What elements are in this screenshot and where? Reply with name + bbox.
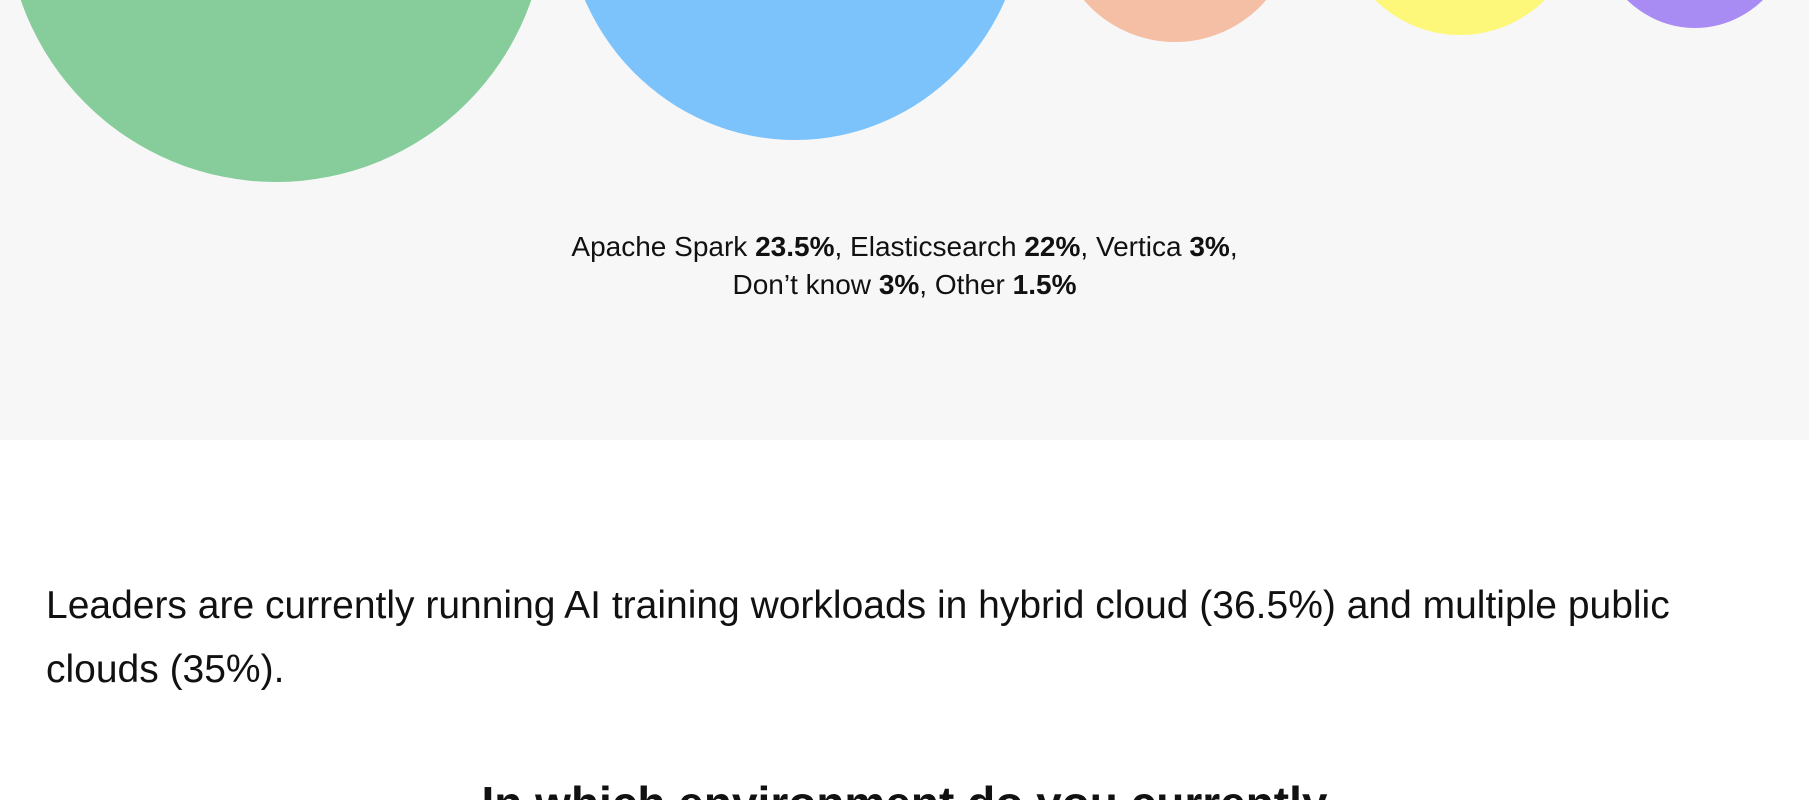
legend-item-dont-know: Don’t know 3%, bbox=[732, 269, 935, 300]
page: Apache Spark 23.5%, Elasticsearch 22%, V… bbox=[0, 0, 1809, 800]
bubble-dont-know bbox=[1340, 0, 1580, 35]
bubble-apache-spark bbox=[6, 0, 546, 182]
legend-item-elasticsearch: Elasticsearch 22%, bbox=[850, 231, 1096, 262]
next-question-heading: In which environment do you currently bbox=[0, 775, 1809, 800]
bubble-vertica bbox=[1055, 0, 1295, 42]
legend-item-apache-spark: Apache Spark 23.5%, bbox=[571, 231, 851, 262]
legend-item-vertica: Vertica 3%, bbox=[1095, 231, 1238, 262]
legend-item-other: Other 1.5% bbox=[934, 269, 1077, 300]
bubble-legend: Apache Spark 23.5%, Elasticsearch 22%, V… bbox=[0, 228, 1809, 304]
bubble-other bbox=[1595, 0, 1795, 28]
finding-paragraph: Leaders are currently running AI trainin… bbox=[46, 584, 1670, 691]
bubble-elasticsearch bbox=[565, 0, 1025, 140]
bubble-chart-panel: Apache Spark 23.5%, Elasticsearch 22%, V… bbox=[0, 0, 1809, 440]
